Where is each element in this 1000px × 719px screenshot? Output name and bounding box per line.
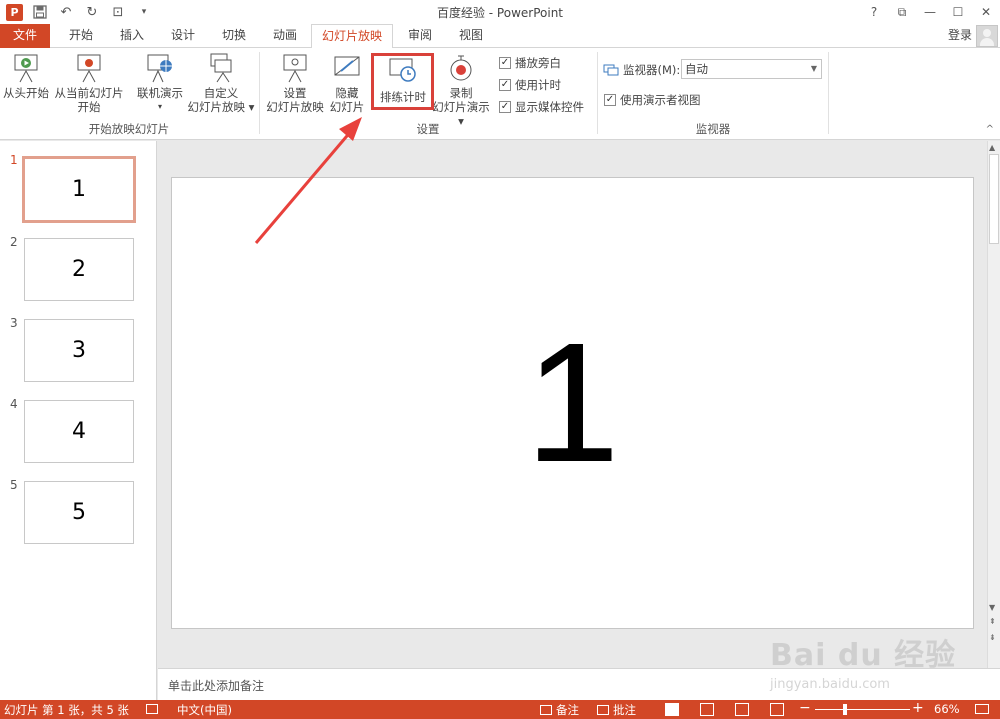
reading-view-icon[interactable] [735,703,749,716]
zoom-level[interactable]: 66% [934,702,960,716]
zoom-slider-thumb[interactable] [843,704,847,715]
zoom-out-button[interactable]: − [799,700,811,716]
slide-sorter-view-icon[interactable] [700,703,714,716]
comments-toggle-button[interactable]: 批注 [597,702,636,718]
language-status[interactable]: 中文(中国) [177,702,232,718]
comments-icon [597,705,609,715]
fit-slide-to-window-icon[interactable] [975,702,993,716]
normal-view-icon[interactable] [665,703,679,716]
annotation-arrow [254,117,362,244]
status-bar: 幻灯片 第 1 张，共 5 张 中文(中国) 备注 批注 − + 66% [0,700,1000,719]
notes-toggle-button[interactable]: 备注 [540,702,579,718]
notes-icon [540,705,552,715]
zoom-slider[interactable] [815,709,910,710]
zoom-in-button[interactable]: + [912,700,924,716]
slide-count-status[interactable]: 幻灯片 第 1 张，共 5 张 [4,702,129,718]
spelling-check-icon[interactable] [146,702,162,716]
slide-show-view-icon[interactable] [770,703,784,716]
